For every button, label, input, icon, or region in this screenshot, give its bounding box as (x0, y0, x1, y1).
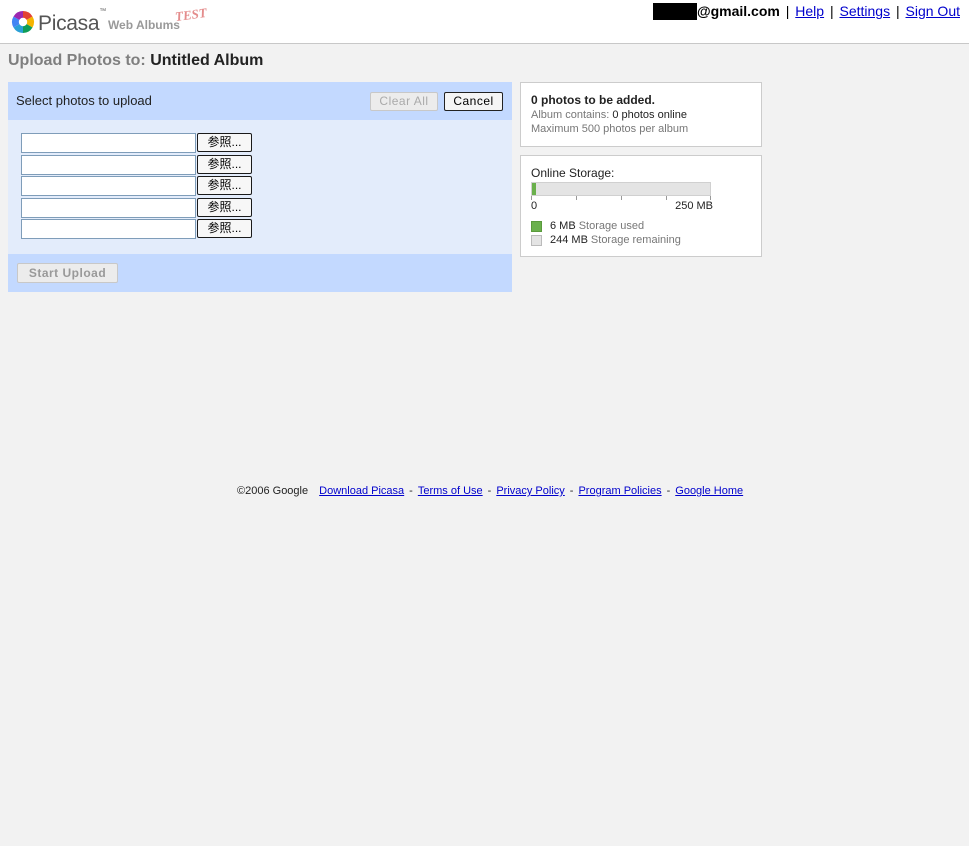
file-input-list: 参照... 参照... 参照... 参照... 参照... (21, 133, 252, 241)
terms-of-use-link[interactable]: Terms of Use (418, 485, 483, 497)
browse-button[interactable]: 参照... (197, 154, 252, 174)
upload-panel: Select photos to upload Clear All Cancel… (8, 82, 512, 292)
storage-box: Online Storage: 0 250 MB 6 MB Storage use… (520, 155, 762, 257)
legend-remaining: 244 MB Storage remaining (531, 233, 751, 247)
file-path-field[interactable] (21, 197, 196, 218)
used-swatch (531, 220, 542, 232)
download-picasa-link[interactable]: Download Picasa (319, 485, 404, 497)
footer: ©2006 Google Download Picasa - Terms of Us… (237, 485, 744, 497)
storage-title: Online Storage: (531, 166, 615, 180)
google-home-link[interactable]: Google Home (675, 485, 743, 497)
settings-link[interactable]: Settings (840, 3, 891, 19)
sign-out-link[interactable]: Sign Out (906, 3, 960, 19)
file-path-field[interactable] (21, 154, 196, 175)
pinwheel-logo-icon (11, 10, 35, 34)
browse-button[interactable]: 参照... (197, 197, 252, 217)
logo-brand: Picasa™ (38, 8, 106, 35)
file-row: 参照... (21, 219, 252, 241)
storage-meter-fill (532, 183, 537, 195)
logo-product: Web Albums (107, 18, 180, 32)
picasa-logo[interactable]: Picasa™ Web Albums TEST (11, 5, 208, 36)
header: Picasa™ Web Albums TEST @gmail.com | Hel… (0, 0, 969, 44)
photos-to-add: 0 photos to be added. (531, 93, 656, 107)
start-upload-button[interactable]: Start Upload (17, 263, 118, 283)
upload-panel-footer: Start Upload (8, 254, 512, 292)
remaining-swatch (531, 234, 542, 246)
file-path-field[interactable] (21, 176, 196, 196)
album-contains: Album contains: 0 photos online (531, 109, 687, 121)
photo-count-box: 0 photos to be added. Album contains: 0 … (520, 82, 762, 147)
browse-button[interactable]: 参照... (197, 133, 252, 152)
program-policies-link[interactable]: Program Policies (578, 485, 661, 497)
legend-used: 6 MB Storage used (531, 219, 751, 233)
logo-test-tag: TEST (174, 4, 208, 25)
file-row: 参照... (21, 154, 252, 177)
account-bar: @gmail.com | Help | Settings | Sign Out (652, 3, 960, 20)
clear-all-button[interactable]: Clear All (370, 92, 438, 111)
file-row: 参照... (21, 133, 252, 155)
storage-meter-labels: 0 250 MB (531, 200, 713, 212)
redacted-username (652, 3, 697, 20)
file-path-field[interactable] (21, 133, 196, 153)
album-name: Untitled Album (150, 52, 264, 69)
browse-button[interactable]: 参照... (197, 219, 252, 238)
storage-meter (531, 182, 711, 196)
browse-button[interactable]: 参照... (197, 176, 252, 195)
file-row: 参照... (21, 176, 252, 198)
page-title: Upload Photos to: Untitled Album (8, 52, 264, 69)
account-email: @gmail.com (696, 3, 780, 19)
privacy-policy-link[interactable]: Privacy Policy (496, 485, 564, 497)
help-link[interactable]: Help (795, 3, 824, 19)
copyright: ©2006 Google (237, 485, 309, 497)
cancel-button[interactable]: Cancel (444, 92, 503, 111)
file-row: 参照... (21, 197, 252, 220)
storage-legend: 6 MB Storage used 244 MB Storage remaining (531, 219, 751, 247)
upload-caption: Select photos to upload (16, 93, 152, 108)
upload-panel-header: Select photos to upload Clear All Cancel (8, 82, 512, 120)
file-path-field[interactable] (21, 219, 196, 239)
max-photos-note: Maximum 500 photos per album (531, 123, 689, 135)
